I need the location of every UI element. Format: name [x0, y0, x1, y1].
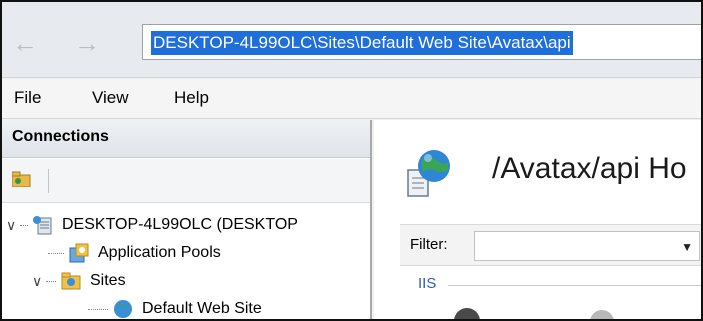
- connections-tree: ∨ DESKTOP-4L99OLC (DESKTOP Application P…: [2, 204, 370, 319]
- tree-item-app-pools[interactable]: Application Pools: [48, 238, 221, 268]
- forward-arrow-icon[interactable]: →: [72, 28, 102, 58]
- tree-connector: [88, 308, 108, 310]
- filter-input[interactable]: ▼: [474, 231, 700, 261]
- tree-item-default-site[interactable]: Default Web Site: [88, 294, 262, 319]
- page-title: /Avatax/api Ho: [492, 152, 687, 185]
- globe-icon: [114, 300, 132, 318]
- chevron-down-icon[interactable]: ∨: [32, 273, 46, 290]
- tree-connector: [46, 280, 56, 282]
- tree-item-server[interactable]: ∨ DESKTOP-4L99OLC (DESKTOP: [6, 210, 298, 240]
- menu-help[interactable]: Help: [174, 88, 209, 108]
- tree-connector: [48, 252, 64, 254]
- tree-label-app-pools: Application Pools: [98, 244, 221, 261]
- iis-manager-window: ← → DESKTOP-4L99OLC\Sites\Default Web Si…: [0, 0, 703, 321]
- server-icon: [33, 216, 52, 235]
- content-pane: /Avatax/api Ho Filter: ▼ IIS: [374, 120, 701, 319]
- menu-file[interactable]: File: [14, 88, 41, 108]
- dropdown-arrow-icon[interactable]: ▼: [681, 240, 693, 254]
- connections-title: Connections: [12, 128, 109, 145]
- tree-item-sites[interactable]: ∨ Sites: [32, 266, 126, 296]
- connections-header: Connections: [2, 120, 370, 158]
- address-bar-row: ← → DESKTOP-4L99OLC\Sites\Default Web Si…: [2, 2, 701, 78]
- group-label-iis: IIS: [418, 275, 437, 292]
- connections-toolbar: [2, 159, 370, 203]
- filter-label: Filter:: [410, 236, 448, 253]
- group-divider: [448, 285, 701, 286]
- tree-connector: [20, 224, 28, 226]
- toolbar-separator: [48, 169, 49, 193]
- menu-bar: File View Help: [2, 79, 701, 119]
- feature-icon[interactable]: [590, 310, 614, 319]
- back-arrow-icon[interactable]: ←: [10, 28, 40, 58]
- application-pools-icon: [69, 243, 89, 263]
- connections-pane: Connections ∨ DESKTOP-4L99OLC (DESKTOP A…: [2, 120, 372, 319]
- filter-bar: Filter: ▼: [400, 224, 701, 266]
- address-input[interactable]: DESKTOP-4L99OLC\Sites\Default Web Site\A…: [142, 24, 701, 60]
- sites-folder-icon: [61, 272, 81, 290]
- web-page-globe-icon: [407, 150, 450, 197]
- tree-label-default-site: Default Web Site: [142, 300, 262, 317]
- feature-icon[interactable]: [454, 308, 480, 319]
- address-path-text: DESKTOP-4L99OLC\Sites\Default Web Site\A…: [151, 31, 573, 55]
- chevron-down-icon[interactable]: ∨: [6, 217, 20, 234]
- tree-label-sites: Sites: [90, 272, 126, 289]
- tree-label-server: DESKTOP-4L99OLC (DESKTOP: [62, 216, 298, 233]
- menu-view[interactable]: View: [92, 88, 129, 108]
- create-connection-icon[interactable]: [12, 171, 32, 187]
